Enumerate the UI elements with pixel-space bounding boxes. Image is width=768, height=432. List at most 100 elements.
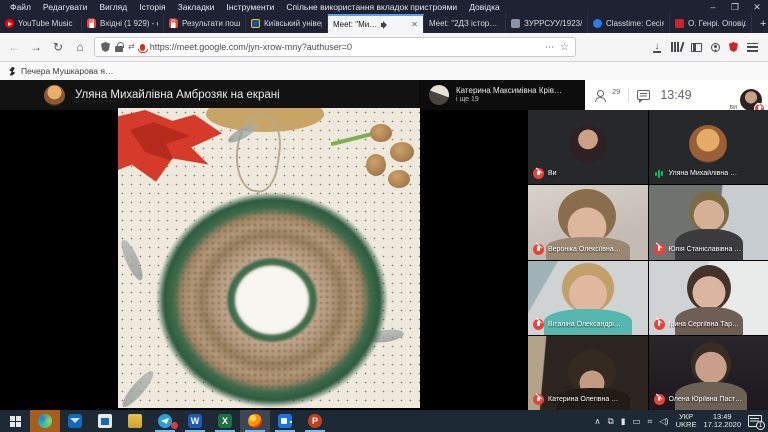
downloads-icon[interactable]: ↓ [652, 41, 662, 53]
account-icon[interactable] [711, 42, 720, 52]
taskbar-store[interactable] [90, 410, 120, 432]
bookmark-favicon [9, 66, 16, 76]
photo-red-paper [118, 110, 222, 182]
participant-tile-you[interactable]: Ви [528, 110, 648, 185]
tab-youtube-music[interactable]: YouTube Music [0, 14, 82, 33]
menu-file[interactable]: Файл [4, 2, 37, 12]
tray-chevron-icon[interactable]: ∧ [594, 416, 600, 427]
reload-button[interactable]: ↻ [50, 40, 66, 54]
adblock-shield-icon[interactable] [729, 42, 738, 52]
chat-icon[interactable] [637, 90, 651, 103]
photo-walnut [370, 124, 392, 142]
screen: Файл Редагувати Вигляд Історія Закладки … [0, 0, 768, 432]
pinned-participant-banner[interactable]: Катерина Максимівна Крів… і ще 19 [419, 80, 585, 110]
mic-muted-icon [533, 168, 544, 180]
photo-walnut [366, 154, 386, 176]
menu-view[interactable]: Вигляд [93, 2, 133, 12]
new-tab-button[interactable]: + [752, 14, 768, 33]
participants-count[interactable]: 29 [612, 87, 620, 96]
menu-bookmarks[interactable]: Закладки [172, 2, 221, 12]
tray-volume-icon[interactable]: ◁) [659, 416, 668, 427]
forward-button[interactable]: → [28, 40, 44, 54]
participant-video [558, 189, 616, 244]
tray-pc-icon[interactable]: ⧉ [608, 416, 614, 427]
taskbar-meet[interactable] [270, 410, 300, 432]
bookmark-star-icon[interactable]: ☆ [560, 42, 569, 53]
lock-icon[interactable] [115, 42, 124, 52]
participant-video [686, 264, 731, 311]
tab-meet-2[interactable]: Meet: "2ДЗ істор… [0, 14, 768, 424]
tab-gmail-inbox[interactable]: Вхідні (1 929) - о… [82, 14, 164, 33]
participant-tile-kateryna-o[interactable]: Катерина Олегівна … [528, 335, 648, 410]
tab-meet-active[interactable]: Meet: "Ми… ✕ [0, 14, 768, 424]
menu-help[interactable]: Довідка [463, 2, 506, 12]
participant-tile-ulyana[interactable]: Уляна Михайлівна … [648, 110, 768, 185]
menu-tools[interactable]: Інструменти [220, 2, 280, 12]
home-button[interactable]: ⌂ [72, 40, 88, 54]
page-actions-icon[interactable]: ⋯ [545, 42, 555, 53]
windows-logo-icon [9, 415, 21, 427]
back-button[interactable]: ← [6, 40, 22, 54]
participant-tile-vitalina[interactable]: Віталіна Олександрі… [528, 260, 648, 335]
tab-classtime[interactable]: Classtime: Сесія | [588, 14, 670, 33]
url-text[interactable]: https://meet.google.com/jyn-xrow-mny?aut… [150, 42, 540, 52]
word-icon: W [188, 414, 202, 428]
you-avatar[interactable] [740, 89, 765, 114]
menu-history[interactable]: Історія [133, 2, 171, 12]
system-tray: ∧ ⧉ ▮ ▭ ⌗ ◁) УКР UKRE 13:49 17.12.2020 1 [594, 412, 768, 430]
participant-tile-iryna[interactable]: Ірина Сергіївна Тар… [648, 260, 768, 335]
mic-in-use-icon[interactable] [138, 44, 149, 53]
close-button[interactable]: ✕ [746, 2, 768, 13]
taskbar-firefox[interactable] [240, 410, 270, 432]
url-bar[interactable]: ⇄ https://meet.google.com/jyn-xrow-mny?a… [94, 37, 576, 57]
avatar [689, 125, 728, 164]
menu-edit[interactable]: Редагувати [37, 2, 93, 12]
participant-tile-olena[interactable]: Олена Юріївна Паст… [648, 335, 768, 410]
tray-network-icon[interactable]: ⌗ [647, 416, 652, 427]
youtube-music-icon [5, 19, 14, 28]
tab-search-results[interactable]: Результати пошу… [164, 14, 246, 33]
tab-ohenry[interactable]: О. Генрі. Оповіда… [670, 14, 752, 33]
taskbar-powerpoint[interactable]: P [300, 410, 330, 432]
tracking-shield-icon[interactable] [101, 42, 110, 52]
avatar [568, 125, 607, 164]
pinned-avatar [429, 85, 449, 105]
gmail-icon [87, 18, 96, 28]
participants-icon[interactable] [595, 89, 610, 102]
taskbar-explorer[interactable] [120, 410, 150, 432]
sidebar-toggle-icon[interactable] [691, 42, 702, 52]
language-indicator[interactable]: УКР UKRE [676, 412, 697, 430]
bookmark-item[interactable]: Печера Мушкарова я… [21, 66, 113, 76]
photo-walnut [390, 142, 414, 162]
firefox-icon [248, 414, 262, 428]
mic-muted-icon [653, 318, 665, 330]
taskbar-clock[interactable]: 13:49 17.12.2020 [703, 412, 741, 430]
participant-tile-yuliya[interactable]: Юлія Станіславівна … [648, 185, 768, 260]
taskbar-telegram[interactable] [150, 410, 180, 432]
taskbar-edge[interactable] [30, 410, 60, 432]
taskbar-excel[interactable]: X [210, 410, 240, 432]
permissions-icon[interactable]: ⇄ [128, 42, 135, 52]
tray-usb-icon[interactable]: ▮ [621, 416, 626, 427]
library-icon[interactable] [671, 42, 682, 52]
tab-close-icon[interactable]: ✕ [411, 20, 418, 29]
minimize-button[interactable]: – [702, 2, 724, 12]
taskbar-word[interactable]: W [180, 410, 210, 432]
maximize-button[interactable]: ❐ [724, 2, 746, 13]
tray-battery-icon[interactable]: ▭ [632, 416, 640, 427]
classtime-icon [593, 19, 602, 28]
photo-leaf-motif [118, 237, 147, 283]
participant-tile-veronika[interactable]: Вероніка Олексіївна… [528, 185, 648, 260]
tab-bar: YouTube Music Вхідні (1 929) - о… Резуль… [0, 14, 768, 424]
menu-hamburger-icon[interactable] [747, 42, 758, 52]
mic-muted-icon [533, 394, 544, 405]
photo-walnut [388, 170, 410, 188]
tab-archive[interactable]: ЗУРРСУУ/1923/1/… [506, 14, 588, 33]
taskbar-mail[interactable] [60, 410, 90, 432]
start-button[interactable] [0, 410, 30, 432]
action-center-icon[interactable]: 1 [748, 415, 765, 430]
book-site-icon [675, 19, 684, 28]
tab-audio-icon[interactable] [381, 20, 390, 29]
menu-tab-sharing[interactable]: Спільне використання вкладок пристроями [280, 2, 463, 12]
tab-kyiv-university[interactable]: Київський універ… [246, 14, 328, 33]
